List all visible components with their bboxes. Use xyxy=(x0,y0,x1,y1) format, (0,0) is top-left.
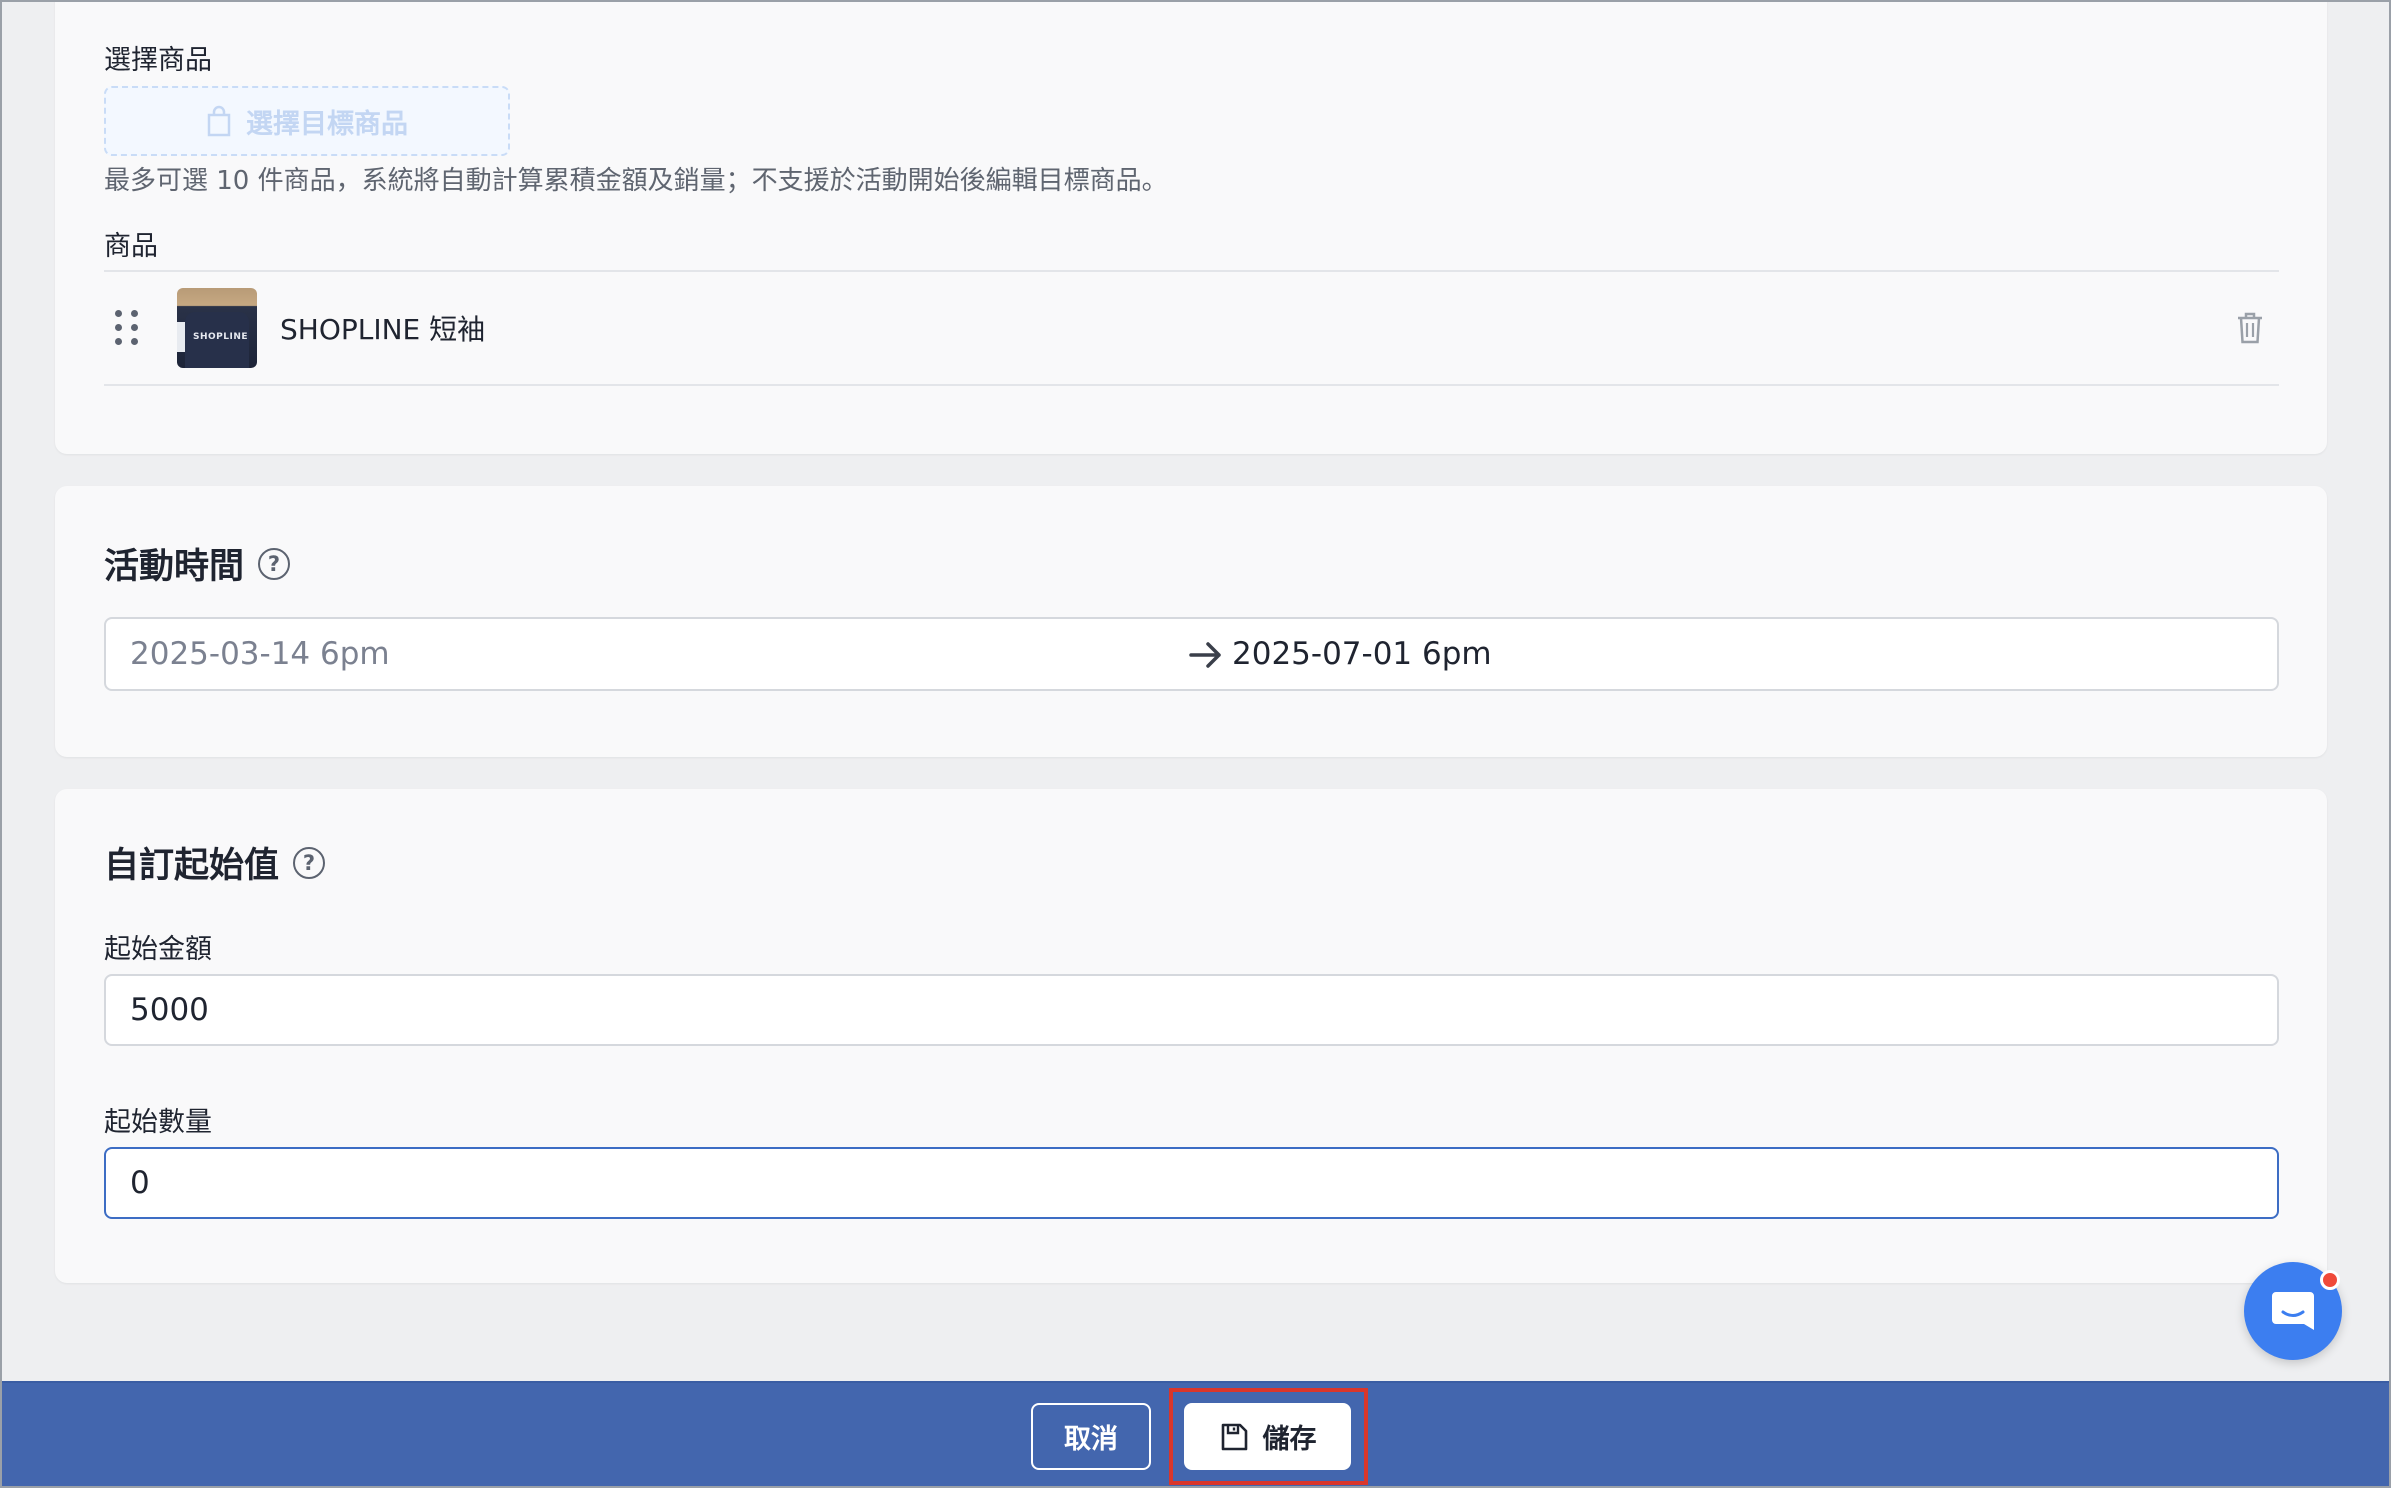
start-values-title: 自訂起始值 ? xyxy=(104,837,326,888)
notification-dot xyxy=(2320,1270,2340,1290)
help-icon[interactable]: ? xyxy=(293,846,326,879)
event-time-card: 活動時間 ? 2025-03-14 6pm 2025-07-01 6pm xyxy=(55,486,2327,757)
arrow-right-icon xyxy=(1189,642,1221,668)
list-item: SHOPLINE SHOPLINE 短袖 xyxy=(104,272,2279,384)
product-thumbnail: SHOPLINE xyxy=(177,288,257,368)
end-date-value[interactable]: 2025-07-01 6pm xyxy=(1232,636,1492,672)
save-button[interactable]: 儲存 xyxy=(1184,1403,1351,1470)
start-quantity-input[interactable]: 0 xyxy=(104,1147,2279,1219)
help-icon[interactable]: ? xyxy=(258,547,291,580)
start-quantity-label: 起始數量 xyxy=(104,1107,212,1138)
start-quantity-value: 0 xyxy=(130,1165,150,1201)
floppy-disk-icon xyxy=(1221,1423,1247,1450)
start-amount-value: 5000 xyxy=(130,992,209,1028)
chat-icon xyxy=(2272,1292,2314,1330)
cancel-button[interactable]: 取消 xyxy=(1031,1403,1151,1470)
products-list-header: 商品 xyxy=(104,231,158,262)
list-divider-bottom xyxy=(104,384,2279,386)
products-card: 選擇商品 選擇目標商品 最多可選 10 件商品，系統將自動計算累積金額及銷量；不… xyxy=(55,0,2327,454)
select-products-label: 選擇商品 xyxy=(104,45,212,76)
trash-icon[interactable] xyxy=(2235,311,2265,345)
start-date-value[interactable]: 2025-03-14 6pm xyxy=(130,636,390,672)
drag-handle-icon[interactable] xyxy=(115,310,139,346)
date-range-picker[interactable]: 2025-03-14 6pm 2025-07-01 6pm xyxy=(104,617,2279,691)
product-thumbnail-text: SHOPLINE xyxy=(193,332,249,342)
bottom-action-bar: 取消 儲存 xyxy=(0,1381,2391,1488)
shopping-bag-icon xyxy=(207,105,231,137)
event-time-title-text: 活動時間 xyxy=(104,547,245,587)
start-values-card: 自訂起始值 ? 起始金額 5000 起始數量 0 xyxy=(55,789,2327,1283)
select-target-products-button[interactable]: 選擇目標商品 xyxy=(104,86,510,156)
product-name: SHOPLINE 短袖 xyxy=(280,313,486,346)
start-amount-input[interactable]: 5000 xyxy=(104,974,2279,1046)
event-time-title: 活動時間 ? xyxy=(104,538,291,589)
select-target-products-label: 選擇目標商品 xyxy=(246,108,408,140)
start-amount-label: 起始金額 xyxy=(104,934,212,965)
save-button-label: 儲存 xyxy=(1262,1424,1317,1455)
start-values-title-text: 自訂起始值 xyxy=(104,846,280,886)
products-hint: 最多可選 10 件商品，系統將自動計算累積金額及銷量；不支援於活動開始後編輯目標… xyxy=(104,166,1168,196)
